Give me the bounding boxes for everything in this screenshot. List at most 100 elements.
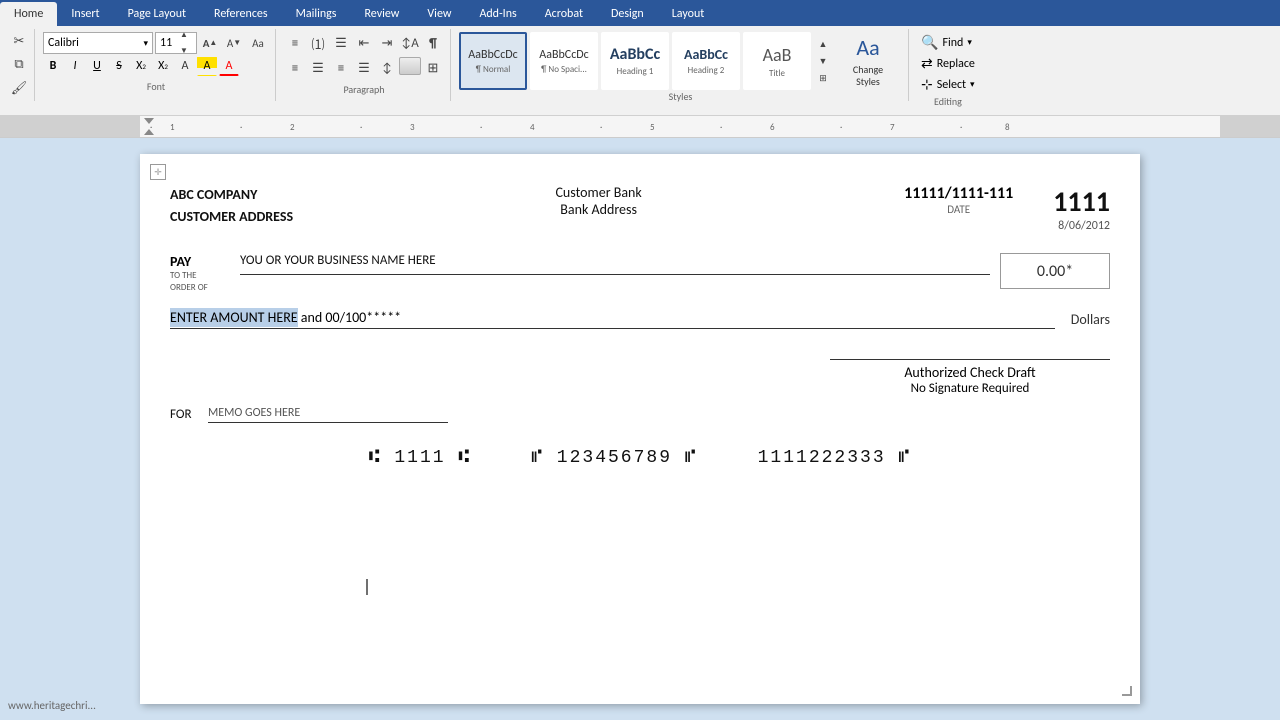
micr-account-number: 1111222333 ⑈: [758, 448, 912, 468]
increase-font-size-btn[interactable]: A▲: [199, 32, 221, 54]
italic-button[interactable]: I: [65, 56, 85, 76]
svg-text:·: ·: [480, 122, 482, 133]
style-no-spacing[interactable]: AaBbCcDc ¶ No Spaci...: [530, 32, 598, 90]
ribbon-section: Home Insert Page Layout References Maili…: [0, 0, 1280, 138]
tab-insert[interactable]: Insert: [57, 2, 113, 26]
ribbon-toolbar: ✂ ⧉ 🖌 Calibri 11 A▲ A▼: [0, 26, 1280, 116]
show-formatting-btn[interactable]: ¶: [422, 32, 444, 54]
font-group-label: Font: [43, 80, 269, 93]
payee-name[interactable]: YOU OR YOUR BUSINESS NAME HERE: [240, 253, 990, 275]
memo-text[interactable]: MEMO GOES HERE: [208, 406, 448, 423]
routing-number: 11111/1111-111: [904, 184, 1013, 203]
style-heading1[interactable]: AaBbCc Heading 1: [601, 32, 669, 90]
line-spacing-btn[interactable]: ↕: [376, 57, 398, 79]
company-address: CUSTOMER ADDRESS: [170, 206, 293, 228]
style-heading2[interactable]: AaBbCc Heading 2: [672, 32, 740, 90]
tab-home[interactable]: Home: [0, 2, 57, 26]
tab-add-ins[interactable]: Add-Ins: [465, 2, 530, 26]
find-dropdown-arrow: ▾: [967, 37, 972, 48]
align-center-btn[interactable]: ☰: [307, 57, 329, 79]
decrease-font-size-btn[interactable]: A▼: [223, 32, 245, 54]
style-normal[interactable]: AaBbCcDc ¶ Normal: [459, 32, 527, 90]
bold-button[interactable]: B: [43, 56, 63, 76]
document-resize-handle[interactable]: [1122, 686, 1132, 696]
svg-text:3: 3: [410, 122, 415, 133]
text-highlight-button[interactable]: A: [197, 56, 217, 76]
sig-line2: No Signature Required: [830, 381, 1110, 396]
indent-bottom-marker[interactable]: [144, 129, 154, 135]
ribbon-tabs: Home Insert Page Layout References Maili…: [0, 0, 1280, 26]
svg-text:·: ·: [960, 122, 962, 133]
shading-btn[interactable]: [399, 57, 421, 75]
paragraph-group-label: Paragraph: [284, 83, 444, 96]
ruler-marks-svg: · 1 · 2 · 3 · 4 · 5 · 6 · 7 · 8: [140, 116, 1220, 134]
tab-acrobat[interactable]: Acrobat: [531, 2, 597, 26]
date-value: 8/06/2012: [1053, 219, 1110, 233]
multilevel-list-btn[interactable]: ☰: [330, 32, 352, 54]
svg-text:·: ·: [600, 122, 602, 133]
select-label: Select: [937, 78, 966, 92]
amount-highlighted-text[interactable]: ENTER AMOUNT HERE: [170, 308, 298, 327]
tab-review[interactable]: Review: [350, 2, 413, 26]
tab-mailings[interactable]: Mailings: [282, 2, 351, 26]
check-document: ✛ ABC COMPANY CUSTOMER ADDRESS Customer …: [140, 154, 1140, 704]
text-effects-button[interactable]: A: [175, 56, 195, 76]
increase-indent-btn[interactable]: ⇥: [376, 32, 398, 54]
bullets-btn[interactable]: ≡: [284, 32, 306, 54]
tab-page-layout[interactable]: Page Layout: [114, 2, 200, 26]
handle-icon: ✛: [154, 167, 162, 178]
styles-scroll-down[interactable]: ▼: [815, 53, 831, 69]
font-size-selector[interactable]: 11: [155, 32, 197, 54]
superscript-button[interactable]: X2: [153, 56, 173, 76]
editing-group: 🔍 Find ▾ ⇄ Replace ⊹ Select ▾ Editing: [911, 29, 985, 101]
svg-text:6: 6: [770, 122, 775, 133]
editing-group-label: Editing: [917, 95, 979, 108]
font-color-button[interactable]: A: [219, 56, 239, 76]
app-layout: Home Insert Page Layout References Maili…: [0, 0, 1280, 720]
change-styles-btn[interactable]: Aa ChangeStyles: [834, 32, 902, 90]
replace-icon: ⇄: [921, 55, 933, 72]
strikethrough-button[interactable]: S: [109, 56, 129, 76]
find-label: Find: [942, 36, 963, 50]
borders-btn[interactable]: ⊞: [422, 57, 444, 79]
tab-layout[interactable]: Layout: [658, 2, 719, 26]
styles-expand[interactable]: ⊞: [815, 70, 831, 86]
sort-btn[interactable]: ↕A: [399, 32, 421, 54]
ruler: · 1 · 2 · 3 · 4 · 5 · 6 · 7 · 8: [0, 116, 1280, 138]
decrease-indent-btn[interactable]: ⇤: [353, 32, 375, 54]
cut-icon[interactable]: ✂: [8, 31, 30, 52]
styles-scroll-up[interactable]: ▲: [815, 36, 831, 52]
clear-formatting-btn[interactable]: Aa: [247, 32, 269, 54]
styles-group: AaBbCcDc ¶ Normal AaBbCcDc ¶ No Spaci...…: [453, 29, 909, 101]
numbering-btn[interactable]: ⑴: [307, 32, 329, 54]
bank-address: Bank Address: [555, 201, 641, 218]
svg-text:·: ·: [240, 122, 242, 133]
find-btn[interactable]: 🔍 Find ▾: [917, 32, 979, 53]
replace-btn[interactable]: ⇄ Replace: [917, 53, 979, 74]
font-format-row: B I U S X2 X2 A A A: [43, 56, 269, 76]
ruler-content[interactable]: · 1 · 2 · 3 · 4 · 5 · 6 · 7 · 8: [140, 116, 1220, 137]
align-left-btn[interactable]: ≡: [284, 57, 306, 79]
font-name-selector[interactable]: Calibri: [43, 32, 153, 54]
document-handle[interactable]: ✛: [150, 164, 166, 180]
align-right-btn[interactable]: ≡: [330, 57, 352, 79]
tab-references[interactable]: References: [200, 2, 282, 26]
underline-button[interactable]: U: [87, 56, 107, 76]
justify-btn[interactable]: ☰: [353, 57, 375, 79]
font-size-up[interactable]: [176, 27, 192, 43]
tab-design[interactable]: Design: [597, 2, 658, 26]
paragraph-row1: ≡ ⑴ ☰ ⇤ ⇥ ↕A ¶: [284, 32, 444, 54]
amount-box[interactable]: 0.00*: [1000, 253, 1110, 289]
signature-block: Authorized Check Draft No Signature Requ…: [830, 359, 1110, 396]
svg-text:·: ·: [840, 122, 842, 133]
format-painter-icon[interactable]: 🖌: [8, 78, 30, 99]
amount-rest-text: and 00/100*****: [298, 309, 402, 326]
select-btn[interactable]: ⊹ Select ▾: [917, 74, 979, 95]
style-title[interactable]: AaB Title: [743, 32, 811, 90]
indent-top-marker[interactable]: [144, 118, 154, 124]
copy-icon[interactable]: ⧉: [8, 54, 30, 75]
tab-view[interactable]: View: [413, 2, 465, 26]
svg-text:2: 2: [290, 122, 295, 133]
check-number-area: 11111/1111-111 DATE 1111 8/06/2012: [904, 184, 1110, 233]
subscript-button[interactable]: X2: [131, 56, 151, 76]
